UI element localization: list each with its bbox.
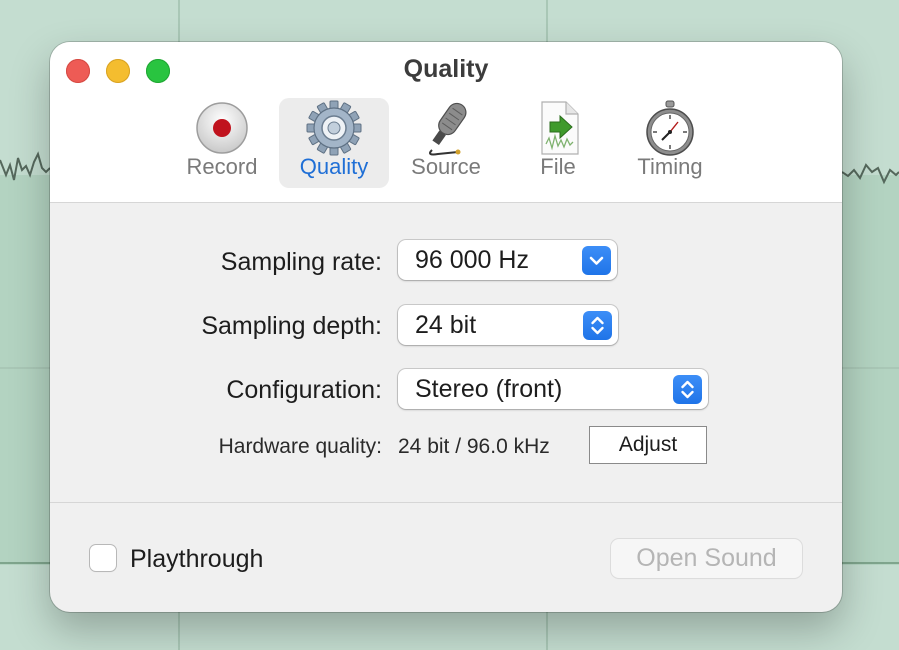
record-icon — [196, 102, 248, 154]
tab-timing[interactable]: Timing — [615, 98, 725, 188]
sampling-rate-label: Sampling rate: — [220, 248, 382, 276]
toolbar: Quality Record Quality Source File Timin… — [50, 42, 842, 203]
sampling-depth-label: Sampling depth: — [201, 312, 382, 340]
tab-label: Record — [186, 154, 258, 179]
tab-label: Quality — [299, 154, 369, 179]
tab-label: Timing — [637, 154, 703, 179]
playthrough-label[interactable]: Playthrough — [130, 545, 263, 574]
file-icon — [541, 101, 579, 155]
configuration-popup[interactable]: Stereo (front) — [398, 369, 708, 409]
open-sound-button[interactable]: Open Sound — [611, 539, 802, 578]
window-title: Quality — [403, 55, 489, 83]
hardware-quality-value: 24 bit / 96.0 kHz — [398, 435, 550, 458]
tab-source[interactable]: Source — [391, 98, 501, 188]
tab-quality[interactable]: Quality — [279, 98, 389, 188]
tab-label: File — [540, 154, 576, 179]
chevron-up-down-icon — [673, 375, 702, 404]
configuration-label: Configuration: — [226, 376, 382, 404]
section-divider — [50, 502, 842, 503]
configuration-value: Stereo (front) — [415, 375, 563, 403]
playthrough-checkbox[interactable] — [90, 545, 116, 571]
hardware-quality-label: Hardware quality: — [218, 435, 382, 458]
tab-record[interactable]: Record — [167, 98, 277, 188]
gear-icon — [306, 100, 362, 156]
sampling-depth-value: 24 bit — [415, 311, 477, 339]
tab-file[interactable]: File — [503, 98, 613, 188]
chevron-up-down-icon — [583, 311, 612, 340]
adjust-button[interactable]: Adjust — [589, 426, 707, 464]
sampling-rate-value: 96 000 Hz — [415, 246, 529, 274]
tab-label: Source — [411, 154, 481, 179]
microphone-icon — [429, 102, 467, 156]
chevron-down-icon — [582, 246, 611, 275]
stopwatch-icon — [646, 100, 694, 156]
quality-preferences-window: Quality Record Quality Source File Timin… — [50, 42, 842, 612]
sampling-rate-popup[interactable]: 96 000 Hz — [398, 240, 617, 280]
sampling-depth-popup[interactable]: 24 bit — [398, 305, 618, 345]
